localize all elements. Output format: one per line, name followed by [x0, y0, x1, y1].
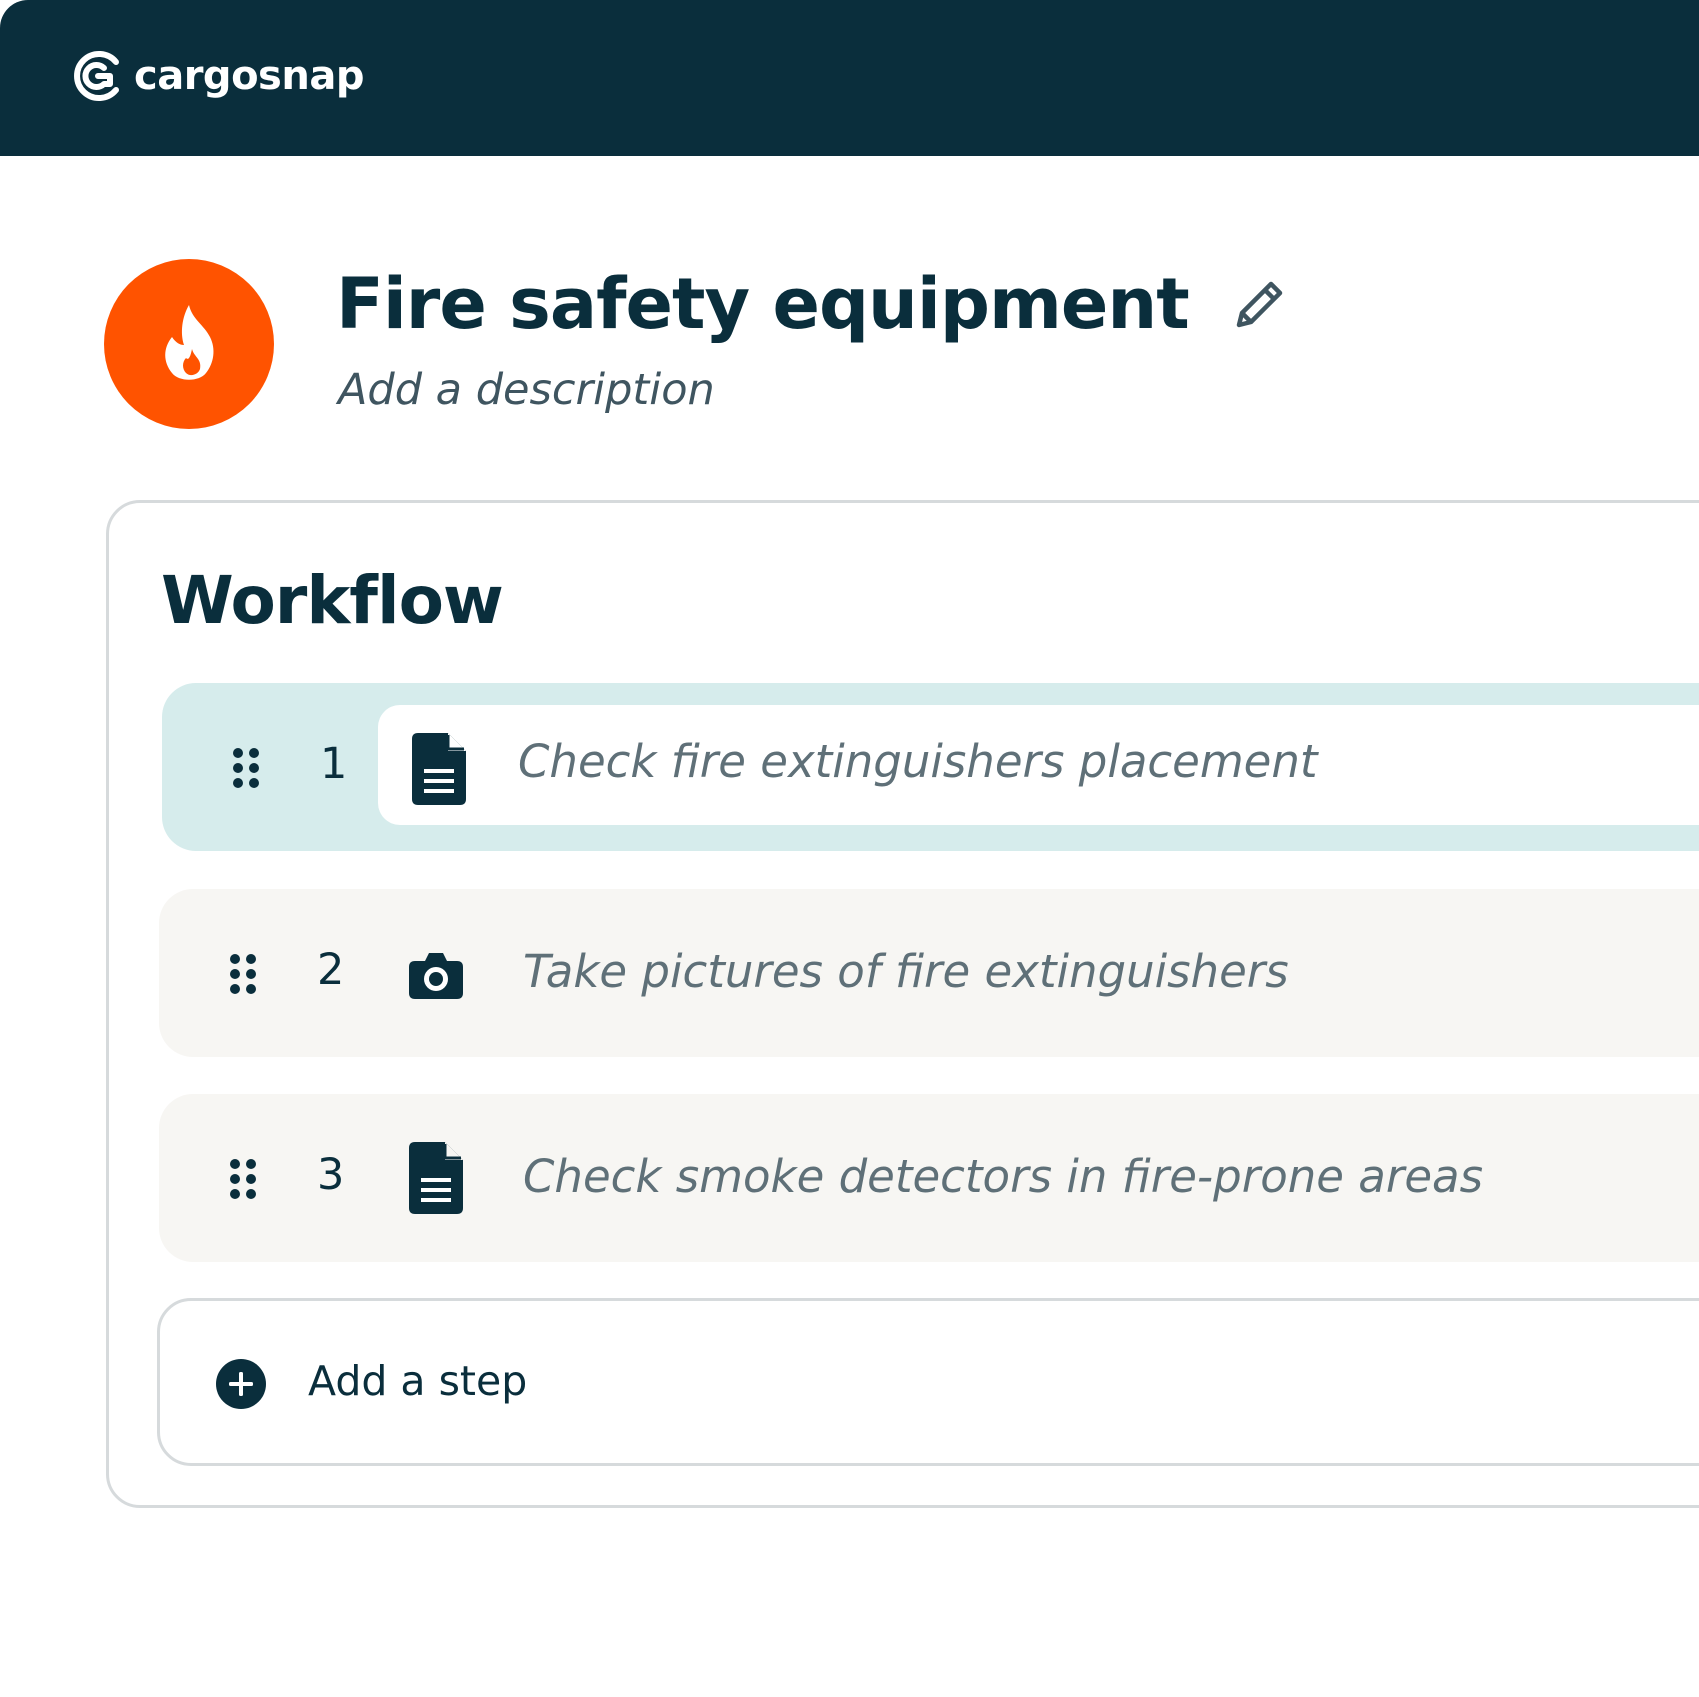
- edit-title-button[interactable]: [1229, 273, 1291, 335]
- workflow-step-2[interactable]: 2 Take pictures of fire extinguishers: [159, 889, 1699, 1057]
- description-field[interactable]: Add a description: [338, 365, 715, 417]
- step-text[interactable]: Check smoke detectors in fire-prone area…: [523, 1150, 1483, 1204]
- brand-name: cargosnap: [134, 53, 364, 99]
- workflow-card: Workflow 1 Check fire extinguishers plac…: [106, 500, 1699, 1508]
- step-number: 1: [320, 739, 348, 789]
- page-title: Fire safety equipment: [336, 263, 1190, 345]
- flame-icon: [165, 305, 214, 380]
- step-text[interactable]: Check fire extinguishers placement: [518, 735, 1318, 789]
- top-bar: cargosnap: [0, 0, 1699, 156]
- plus-circle-icon: [216, 1359, 266, 1409]
- add-step-label: Add a step: [308, 1357, 528, 1405]
- title-row: Fire safety equipment: [336, 262, 1291, 346]
- cargosnap-logo-icon: [74, 51, 119, 101]
- workflow-step-1[interactable]: 1 Check fire extinguishers placement: [162, 683, 1699, 851]
- document-icon: [409, 1142, 463, 1214]
- app-window: cargosnap Fire safety equipment Add a de…: [0, 0, 1699, 1697]
- drag-handle-icon[interactable]: [232, 747, 262, 789]
- drag-handle-icon[interactable]: [229, 1158, 259, 1200]
- add-step-button[interactable]: Add a step: [157, 1298, 1699, 1466]
- drag-handle-icon[interactable]: [229, 953, 259, 995]
- step-number: 2: [317, 945, 345, 995]
- brand-logo[interactable]: cargosnap: [66, 45, 364, 107]
- category-avatar[interactable]: [104, 259, 274, 429]
- step-text[interactable]: Take pictures of fire extinguishers: [523, 945, 1289, 999]
- pencil-icon: [1236, 281, 1282, 328]
- step-number: 3: [317, 1150, 345, 1200]
- camera-icon: [409, 953, 463, 999]
- workflow-step-3[interactable]: 3 Check smoke detectors in fire-prone ar…: [159, 1094, 1699, 1262]
- document-icon: [412, 733, 466, 805]
- workflow-title: Workflow: [161, 562, 504, 639]
